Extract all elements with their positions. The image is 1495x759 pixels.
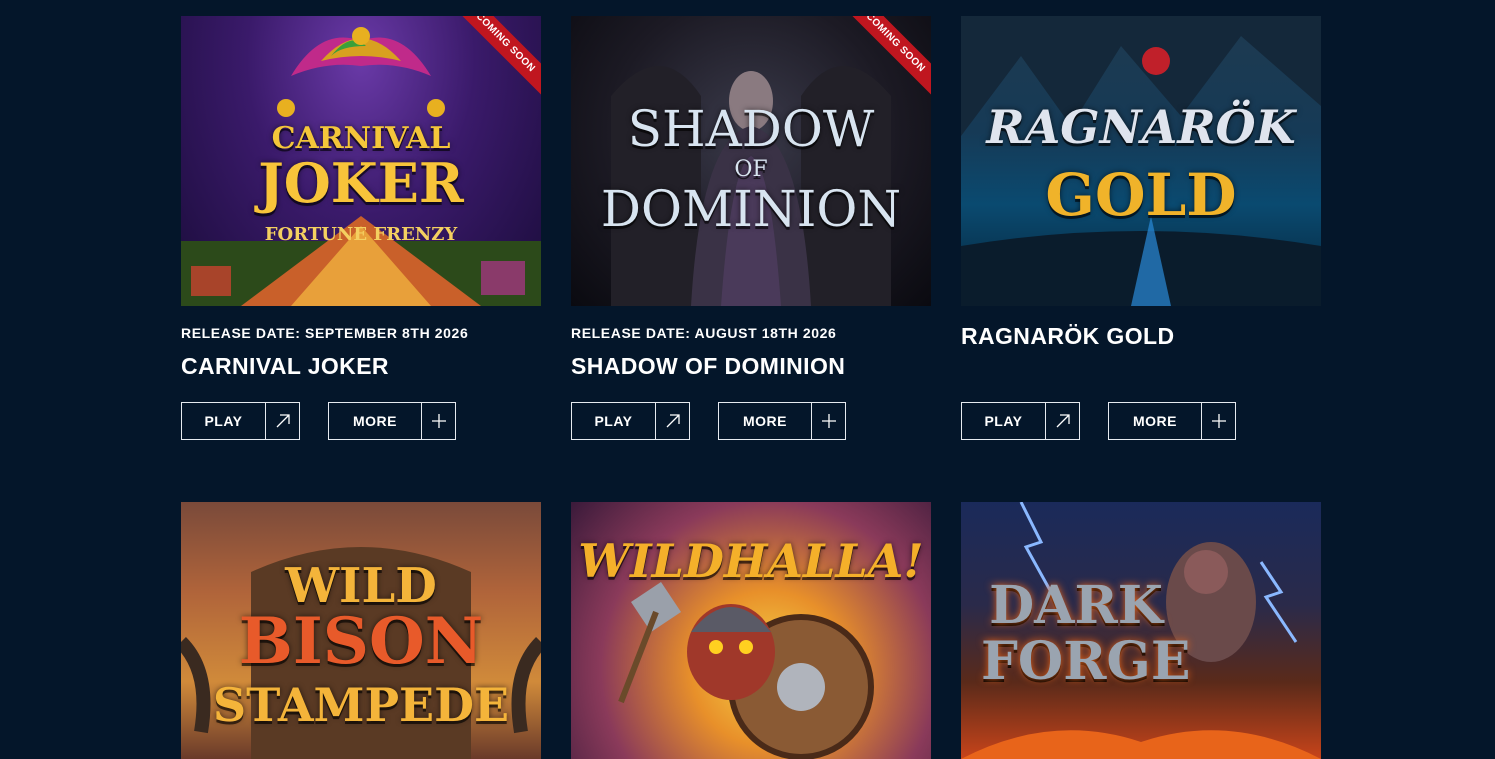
arrow-up-right-icon: [655, 403, 689, 439]
art-title-line-3: FORTUNE FRENZY: [264, 224, 458, 245]
game-card-wild-bison-stampede: WILD BISON STAMPEDE: [181, 502, 541, 759]
art-title-line-1: WILD: [285, 558, 437, 614]
art-title-line-3: DOMINION: [600, 180, 902, 238]
art-title-line-1: CARNIVAL: [271, 121, 451, 156]
game-card-shadow-of-dominion: SHADOW OF DOMINION COMING SOON RELEASE D…: [571, 16, 931, 440]
more-button-label: MORE: [743, 413, 787, 429]
art-title-line-1: DARK: [989, 575, 1163, 636]
more-button[interactable]: MORE: [328, 402, 456, 440]
game-card-wildhalla: WILDHALLA!: [571, 502, 931, 759]
arrow-up-right-icon: [1045, 403, 1079, 439]
play-button-label: PLAY: [204, 413, 243, 429]
plus-icon: [1201, 403, 1235, 439]
art-title-line-2: JOKER: [258, 151, 464, 215]
play-button-label: PLAY: [594, 413, 633, 429]
game-title: CARNIVAL JOKER: [181, 353, 389, 379]
more-button-label: MORE: [1133, 413, 1177, 429]
more-button[interactable]: MORE: [718, 402, 846, 440]
art-title-line-1: WILDHALLA!: [578, 534, 924, 588]
art-title-line-1: SHADOW: [627, 100, 875, 158]
art-title-line-1: RAGNARÖK: [986, 100, 1296, 154]
plus-icon: [421, 403, 455, 439]
game-thumbnail-dark-forge[interactable]: DARK FORGE: [961, 502, 1321, 759]
game-card-ragnarok-gold: RAGNARÖK GOLD RAGNARÖK GOLD PLAY MORE: [961, 16, 1321, 440]
play-button[interactable]: PLAY: [961, 402, 1080, 440]
play-button[interactable]: PLAY: [571, 402, 690, 440]
arrow-up-right-icon: [265, 403, 299, 439]
game-card-carnival-joker: CARNIVAL JOKER FORTUNE FRENZY COMING SOO…: [181, 16, 541, 440]
art-title-line-2: OF: [734, 157, 768, 182]
coming-soon-ribbon: COMING SOON: [453, 16, 541, 104]
game-thumbnail-shadow-of-dominion[interactable]: SHADOW OF DOMINION COMING SOON: [571, 16, 931, 306]
release-date: RELEASE DATE: AUGUST 18TH 2026: [571, 325, 837, 341]
game-title: SHADOW OF DOMINION: [571, 353, 846, 379]
game-thumbnail-ragnarok-gold[interactable]: RAGNARÖK GOLD: [961, 16, 1321, 306]
coming-soon-label: COMING SOON: [453, 16, 541, 101]
game-thumbnail-carnival-joker[interactable]: CARNIVAL JOKER FORTUNE FRENZY COMING SOO…: [181, 16, 541, 306]
coming-soon-ribbon: COMING SOON: [843, 16, 931, 104]
games-grid: CARNIVAL JOKER FORTUNE FRENZY COMING SOO…: [0, 0, 1495, 759]
more-button-label: MORE: [353, 413, 397, 429]
release-date: RELEASE DATE: SEPTEMBER 8TH 2026: [181, 325, 469, 341]
game-thumbnail-wild-bison-stampede[interactable]: WILD BISON STAMPEDE: [181, 502, 541, 759]
game-title: RAGNARÖK GOLD: [961, 323, 1175, 349]
game-thumbnail-wildhalla[interactable]: WILDHALLA!: [571, 502, 931, 759]
play-button[interactable]: PLAY: [181, 402, 300, 440]
coming-soon-label: COMING SOON: [843, 16, 931, 101]
more-button[interactable]: MORE: [1108, 402, 1236, 440]
art-title-line-3: STAMPEDE: [212, 678, 510, 732]
plus-icon: [811, 403, 845, 439]
art-title-line-2: GOLD: [1045, 161, 1237, 229]
art-title-line-2: BISON: [238, 604, 484, 679]
play-button-label: PLAY: [984, 413, 1023, 429]
art-title-line-2: FORGE: [981, 631, 1191, 692]
game-card-dark-forge: DARK FORGE: [961, 502, 1321, 759]
